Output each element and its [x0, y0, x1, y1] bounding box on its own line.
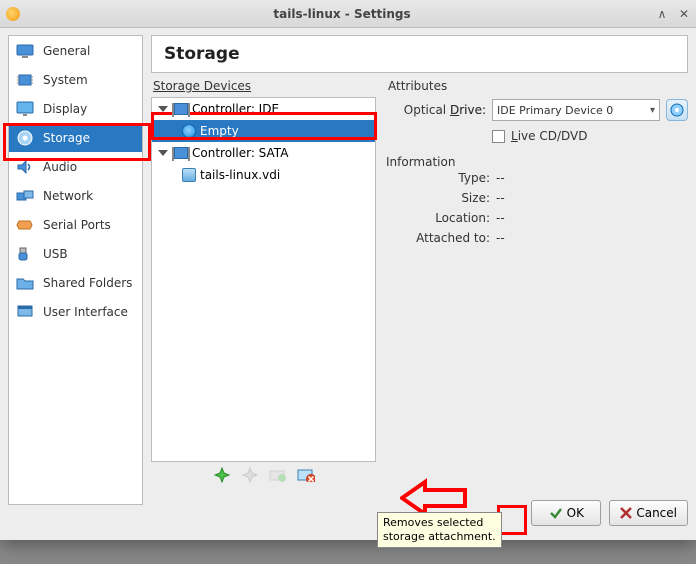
- monitor-icon: [15, 42, 35, 60]
- app-icon: [6, 7, 20, 21]
- tree-label: tails-linux.vdi: [200, 168, 280, 182]
- add-controller-button[interactable]: [212, 465, 232, 485]
- live-cd-checkbox[interactable]: [492, 130, 505, 143]
- remove-controller-button[interactable]: [240, 465, 260, 485]
- chevron-down-icon: ▾: [650, 105, 655, 116]
- info-row: Type:--: [386, 171, 688, 191]
- tree-controller-sata[interactable]: Controller: SATA: [152, 142, 375, 164]
- window-title: tails-linux - Settings: [28, 7, 656, 21]
- expand-icon: [158, 150, 168, 156]
- usb-icon: [15, 245, 35, 263]
- tree-item-empty[interactable]: Empty: [152, 120, 375, 142]
- network-icon: [15, 187, 35, 205]
- sidebar-item-label: Storage: [43, 131, 90, 145]
- sidebar-item-label: Network: [43, 189, 93, 203]
- hdd-icon: [182, 168, 196, 182]
- cd-blue-icon: [182, 124, 196, 138]
- main-panel: Storage Storage Devices Controller: IDE: [151, 35, 688, 532]
- sidebar-item-user-interface[interactable]: User Interface: [9, 297, 142, 326]
- check-icon: [549, 506, 563, 520]
- sidebar-item-system[interactable]: System: [9, 65, 142, 94]
- cancel-button[interactable]: Cancel: [609, 500, 688, 526]
- tree-label: Controller: IDE: [192, 102, 279, 116]
- sidebar-item-label: System: [43, 73, 88, 87]
- minimize-button[interactable]: ∧: [656, 8, 668, 20]
- sidebar-item-label: General: [43, 44, 90, 58]
- sidebar-item-label: Shared Folders: [43, 276, 132, 290]
- storage-tree[interactable]: Controller: IDE Empty Controller: SATA: [151, 97, 376, 462]
- sidebar-item-usb[interactable]: USB: [9, 239, 142, 268]
- tree-controller-ide[interactable]: Controller: IDE: [152, 98, 375, 120]
- sidebar-item-storage[interactable]: Storage: [9, 123, 142, 152]
- tooltip: Removes selected storage attachment.: [377, 512, 502, 548]
- tree-label: Empty: [200, 124, 239, 138]
- cross-icon: [620, 507, 632, 519]
- tooltip-text: Removes selected storage attachment.: [383, 516, 496, 543]
- close-button[interactable]: ✕: [678, 8, 690, 20]
- live-cd-label: Live CD/DVD: [511, 129, 587, 143]
- cancel-label: Cancel: [636, 506, 677, 520]
- attributes-label: Attributes: [386, 77, 688, 97]
- settings-window: tails-linux - Settings ∧ ✕ General Syste…: [0, 0, 696, 540]
- sidebar-item-general[interactable]: General: [9, 36, 142, 65]
- ui-icon: [15, 303, 35, 321]
- ok-label: OK: [567, 506, 584, 520]
- information-label: Information: [386, 155, 688, 169]
- storage-icon: [15, 129, 35, 147]
- display-icon: [15, 100, 35, 118]
- storage-toolbar: [151, 462, 376, 488]
- category-sidebar: General System Display Storage Audio Net…: [8, 35, 143, 505]
- expand-icon: [158, 106, 168, 112]
- optical-drive-select[interactable]: IDE Primary Device 0 ▾: [492, 99, 660, 121]
- sidebar-item-audio[interactable]: Audio: [9, 152, 142, 181]
- optical-drive-value: IDE Primary Device 0: [497, 104, 613, 117]
- content-area: General System Display Storage Audio Net…: [8, 35, 688, 532]
- sidebar-item-label: Display: [43, 102, 87, 116]
- tree-item-vdi[interactable]: tails-linux.vdi: [152, 164, 375, 186]
- storage-devices-label: Storage Devices: [151, 77, 376, 97]
- page-title: Storage: [151, 35, 688, 73]
- serial-icon: [15, 216, 35, 234]
- tree-label: Controller: SATA: [192, 146, 288, 160]
- chip-icon: [15, 71, 35, 89]
- audio-icon: [15, 158, 35, 176]
- sidebar-item-label: Serial Ports: [43, 218, 111, 232]
- remove-attachment-button[interactable]: [296, 465, 316, 485]
- info-row: Attached to:--: [386, 231, 688, 251]
- sidebar-item-display[interactable]: Display: [9, 94, 142, 123]
- dialog-buttons: OK Cancel: [531, 500, 688, 526]
- sata-chip-icon: [174, 147, 188, 159]
- title-bar: tails-linux - Settings ∧ ✕: [0, 0, 696, 28]
- storage-devices-column: Storage Devices Controller: IDE Empty: [151, 77, 376, 488]
- sidebar-item-shared-folders[interactable]: Shared Folders: [9, 268, 142, 297]
- sidebar-item-label: User Interface: [43, 305, 128, 319]
- info-row: Location:--: [386, 211, 688, 231]
- choose-disk-button[interactable]: [666, 99, 688, 121]
- sidebar-item-label: Audio: [43, 160, 77, 174]
- optical-drive-label-full: Optical Drive:: [386, 103, 486, 117]
- sidebar-item-label: USB: [43, 247, 68, 261]
- ok-button[interactable]: OK: [531, 500, 601, 526]
- info-row: Size:--: [386, 191, 688, 211]
- attributes-column: Attributes Drive: Optical Drive: Optical…: [386, 77, 688, 488]
- sidebar-item-serial[interactable]: Serial Ports: [9, 210, 142, 239]
- ide-chip-icon: [174, 103, 188, 115]
- add-attachment-button[interactable]: [268, 465, 288, 485]
- sidebar-item-network[interactable]: Network: [9, 181, 142, 210]
- folder-icon: [15, 274, 35, 292]
